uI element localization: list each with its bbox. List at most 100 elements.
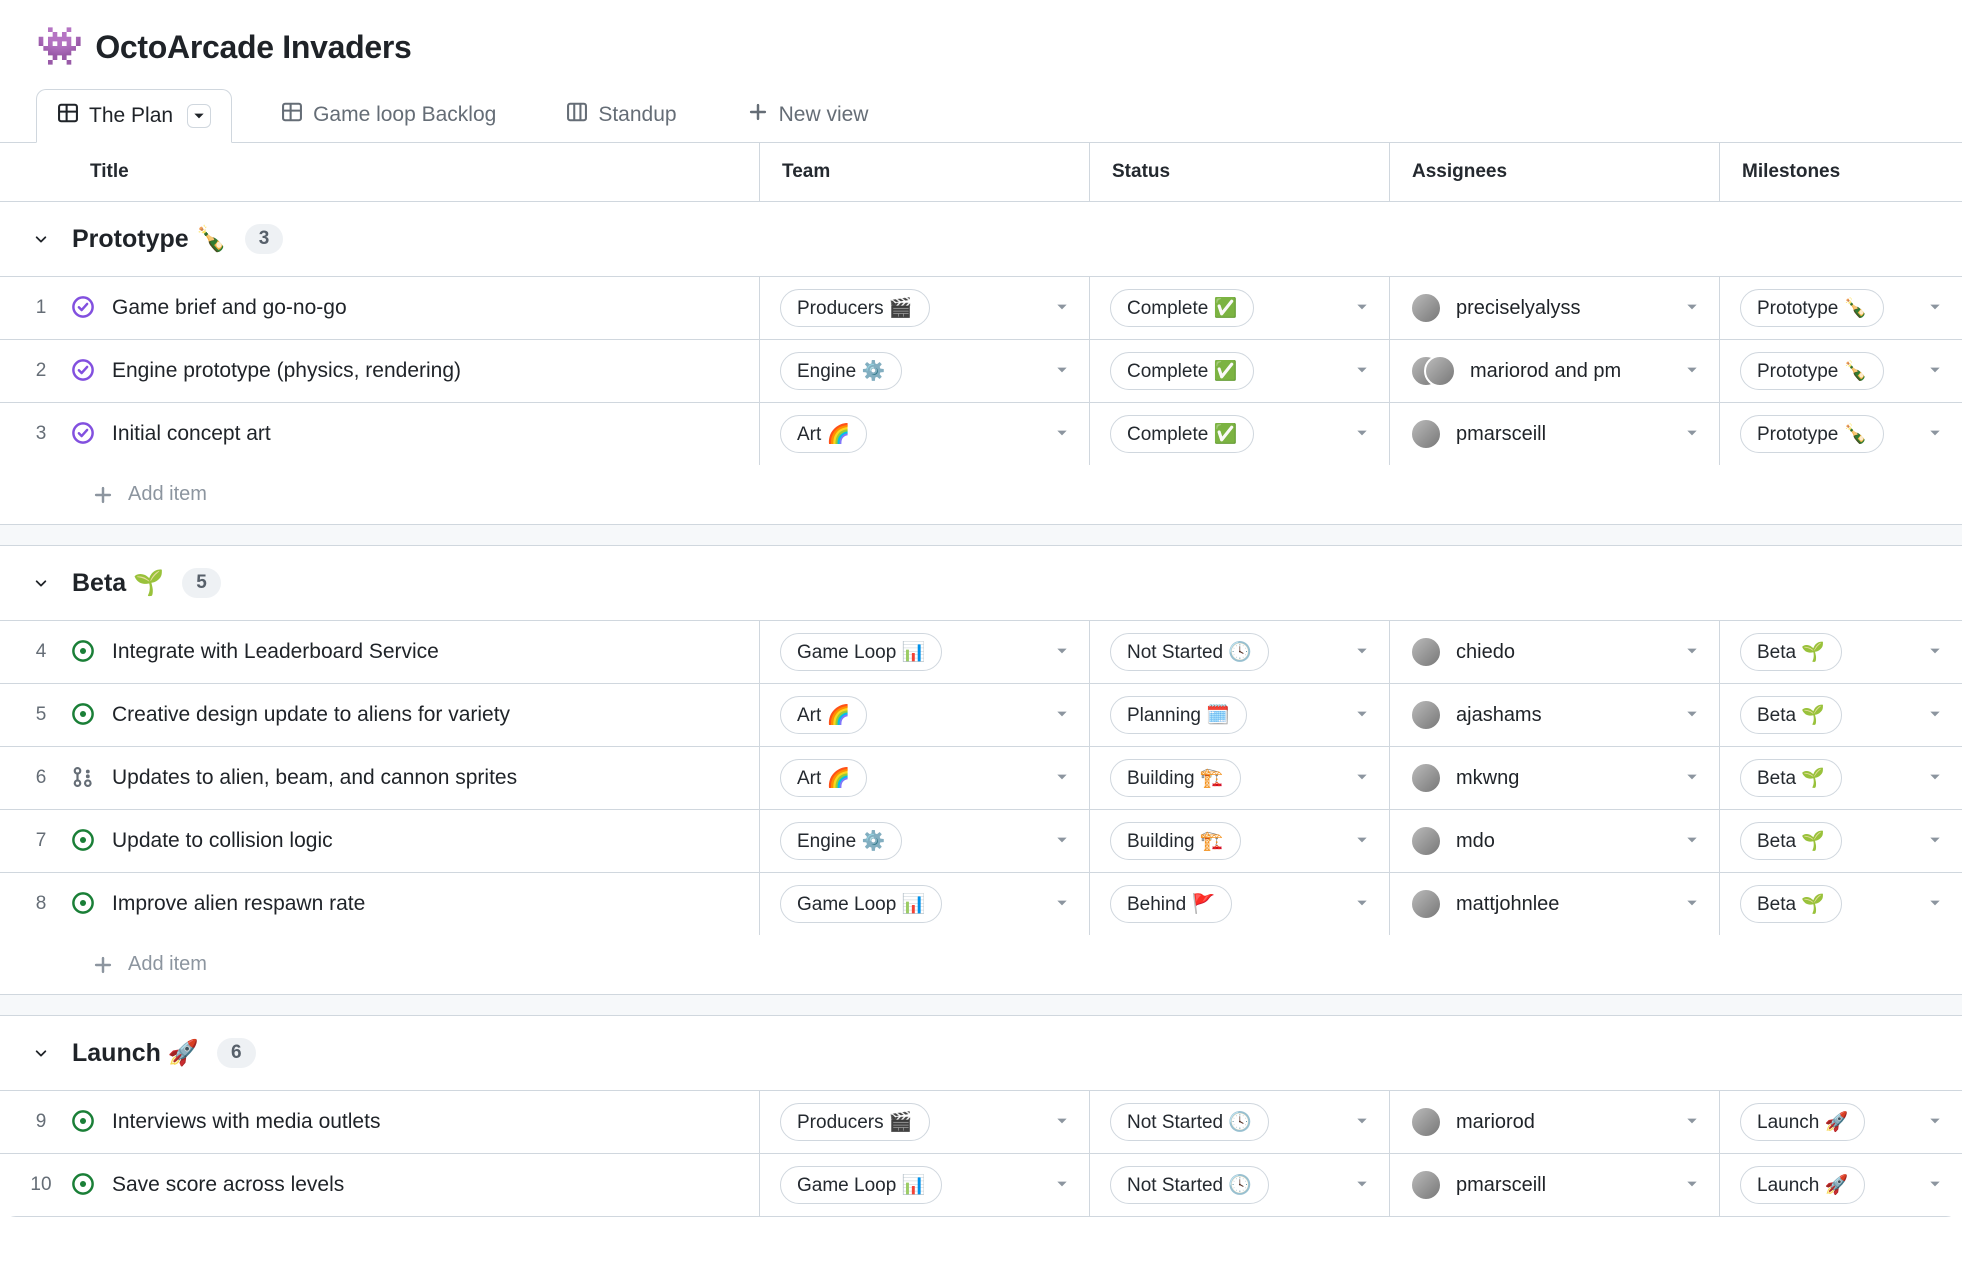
team-cell[interactable]: Art 🌈 — [760, 684, 1090, 746]
table-row[interactable]: 7Update to collision logicEngine ⚙️ Build… — [0, 809, 1962, 872]
status-cell[interactable]: Behind 🚩 — [1090, 873, 1390, 935]
team-cell[interactable]: Producers 🎬 — [760, 1091, 1090, 1153]
status-chip: Building 🏗️ — [1110, 822, 1241, 860]
tab-the-plan[interactable]: The Plan — [36, 89, 232, 143]
title-cell[interactable]: 1Game brief and go-no-go — [0, 277, 760, 339]
new-view-button[interactable]: New view — [726, 88, 890, 142]
group-header[interactable]: Prototype 🍾3 — [0, 202, 1962, 276]
issue-title: Updates to alien, beam, and cannon sprit… — [112, 766, 517, 790]
team-cell[interactable]: Engine ⚙️ — [760, 340, 1090, 402]
avatar-stack — [1410, 1106, 1442, 1138]
issue-title: Improve alien respawn rate — [112, 892, 365, 916]
tab-menu-button[interactable] — [187, 104, 211, 128]
caret-down-icon — [1685, 707, 1699, 724]
team-cell[interactable]: Producers 🎬 — [760, 277, 1090, 339]
caret-down-icon — [1055, 1114, 1069, 1131]
milestone-cell[interactable]: Beta 🌱 — [1720, 873, 1962, 935]
caret-down-icon — [1685, 1177, 1699, 1194]
table-row[interactable]: 3Initial concept artArt 🌈Complete ✅pmars… — [0, 402, 1962, 465]
title-cell[interactable]: 5Creative design update to aliens for va… — [0, 684, 760, 746]
column-header-team[interactable]: Team — [760, 143, 1090, 201]
status-cell[interactable]: Complete ✅ — [1090, 277, 1390, 339]
caret-down-icon — [1355, 707, 1369, 724]
column-header-milestones[interactable]: Milestones — [1720, 143, 1962, 201]
add-item-button[interactable]: Add item — [0, 465, 1962, 524]
milestone-cell[interactable]: Beta 🌱 — [1720, 810, 1962, 872]
status-cell[interactable]: Building 🏗️ — [1090, 810, 1390, 872]
group-header[interactable]: Launch 🚀6 — [0, 1016, 1962, 1090]
caret-down-icon — [1355, 1114, 1369, 1131]
board-body: Prototype 🍾31Game brief and go-no-goProd… — [0, 202, 1962, 1217]
team-chip: Art 🌈 — [780, 696, 867, 734]
assignee-names: mattjohnlee — [1456, 893, 1559, 916]
caret-down-icon — [1055, 896, 1069, 913]
tab-standup[interactable]: Standup — [545, 88, 697, 142]
avatar — [1410, 762, 1442, 794]
status-cell[interactable]: Not Started 🕓 — [1090, 1091, 1390, 1153]
team-cell[interactable]: Game Loop 📊 — [760, 1154, 1090, 1216]
table-row[interactable]: 8Improve alien respawn rateGame Loop 📊Be… — [0, 872, 1962, 935]
team-cell[interactable]: Engine ⚙️ — [760, 810, 1090, 872]
table-row[interactable]: 9Interviews with media outletsProducers … — [0, 1090, 1962, 1153]
row-number: 6 — [28, 767, 54, 789]
table-row[interactable]: 6 Updates to alien, beam, and cannon spri… — [0, 746, 1962, 809]
table-row[interactable]: 4Integrate with Leaderboard ServiceGame … — [0, 620, 1962, 683]
title-cell[interactable]: 2Engine prototype (physics, rendering) — [0, 340, 760, 402]
title-cell[interactable]: 3Initial concept art — [0, 403, 760, 465]
row-number: 5 — [28, 704, 54, 726]
status-cell[interactable]: Not Started 🕓 — [1090, 621, 1390, 683]
group-header[interactable]: Beta 🌱5 — [0, 546, 1962, 620]
team-cell[interactable]: Game Loop 📊 — [760, 873, 1090, 935]
caret-down-icon — [1355, 770, 1369, 787]
column-header-assignees[interactable]: Assignees — [1390, 143, 1720, 201]
status-cell[interactable]: Planning 🗓️ — [1090, 684, 1390, 746]
team-cell[interactable]: Game Loop 📊 — [760, 621, 1090, 683]
title-cell[interactable]: 9Interviews with media outlets — [0, 1091, 760, 1153]
milestone-cell[interactable]: Prototype 🍾 — [1720, 403, 1962, 465]
avatar-stack — [1410, 636, 1442, 668]
title-cell[interactable]: 8Improve alien respawn rate — [0, 873, 760, 935]
avatar-stack — [1410, 418, 1442, 450]
status-cell[interactable]: Not Started 🕓 — [1090, 1154, 1390, 1216]
assignees-cell[interactable]: pmarsceill — [1390, 1154, 1720, 1216]
column-header-status[interactable]: Status — [1090, 143, 1390, 201]
title-cell[interactable]: 4Integrate with Leaderboard Service — [0, 621, 760, 683]
team-cell[interactable]: Art 🌈 — [760, 403, 1090, 465]
milestone-cell[interactable]: Prototype 🍾 — [1720, 277, 1962, 339]
add-item-button[interactable]: Add item — [0, 935, 1962, 994]
caret-down-icon — [1928, 896, 1942, 913]
assignees-cell[interactable]: preciselyalyss — [1390, 277, 1720, 339]
tab-game-loop-backlog[interactable]: Game loop Backlog — [260, 88, 517, 142]
table-row[interactable]: 10Save score across levelsGame Loop 📊Not… — [0, 1153, 1962, 1217]
assignees-cell[interactable]: mattjohnlee — [1390, 873, 1720, 935]
chevron-down-icon — [28, 576, 54, 590]
column-header-title[interactable]: Title — [0, 143, 760, 201]
milestone-cell[interactable]: Beta 🌱 — [1720, 684, 1962, 746]
title-cell[interactable]: 6 Updates to alien, beam, and cannon spri… — [0, 747, 760, 809]
avatar — [1410, 1169, 1442, 1201]
milestone-cell[interactable]: Launch 🚀 — [1720, 1091, 1962, 1153]
table-row[interactable]: 2Engine prototype (physics, rendering)En… — [0, 339, 1962, 402]
assignees-cell[interactable]: chiedo — [1390, 621, 1720, 683]
status-cell[interactable]: Complete ✅ — [1090, 340, 1390, 402]
status-chip: Planning 🗓️ — [1110, 696, 1247, 734]
milestone-cell[interactable]: Prototype 🍾 — [1720, 340, 1962, 402]
team-cell[interactable]: Art 🌈 — [760, 747, 1090, 809]
assignees-cell[interactable]: mariorod and pm — [1390, 340, 1720, 402]
assignees-cell[interactable]: pmarsceill — [1390, 403, 1720, 465]
title-cell[interactable]: 10Save score across levels — [0, 1154, 760, 1216]
title-cell[interactable]: 7Update to collision logic — [0, 810, 760, 872]
milestone-cell[interactable]: Beta 🌱 — [1720, 621, 1962, 683]
assignees-cell[interactable]: ajashams — [1390, 684, 1720, 746]
caret-down-icon — [1055, 1177, 1069, 1194]
assignees-cell[interactable]: mkwng — [1390, 747, 1720, 809]
assignees-cell[interactable]: mariorod — [1390, 1091, 1720, 1153]
assignees-cell[interactable]: mdo — [1390, 810, 1720, 872]
table-row[interactable]: 5Creative design update to aliens for va… — [0, 683, 1962, 746]
milestone-cell[interactable]: Beta 🌱 — [1720, 747, 1962, 809]
status-cell[interactable]: Building 🏗️ — [1090, 747, 1390, 809]
avatar-stack — [1410, 292, 1442, 324]
table-row[interactable]: 1Game brief and go-no-goProducers 🎬Compl… — [0, 276, 1962, 339]
milestone-cell[interactable]: Launch 🚀 — [1720, 1154, 1962, 1216]
status-cell[interactable]: Complete ✅ — [1090, 403, 1390, 465]
